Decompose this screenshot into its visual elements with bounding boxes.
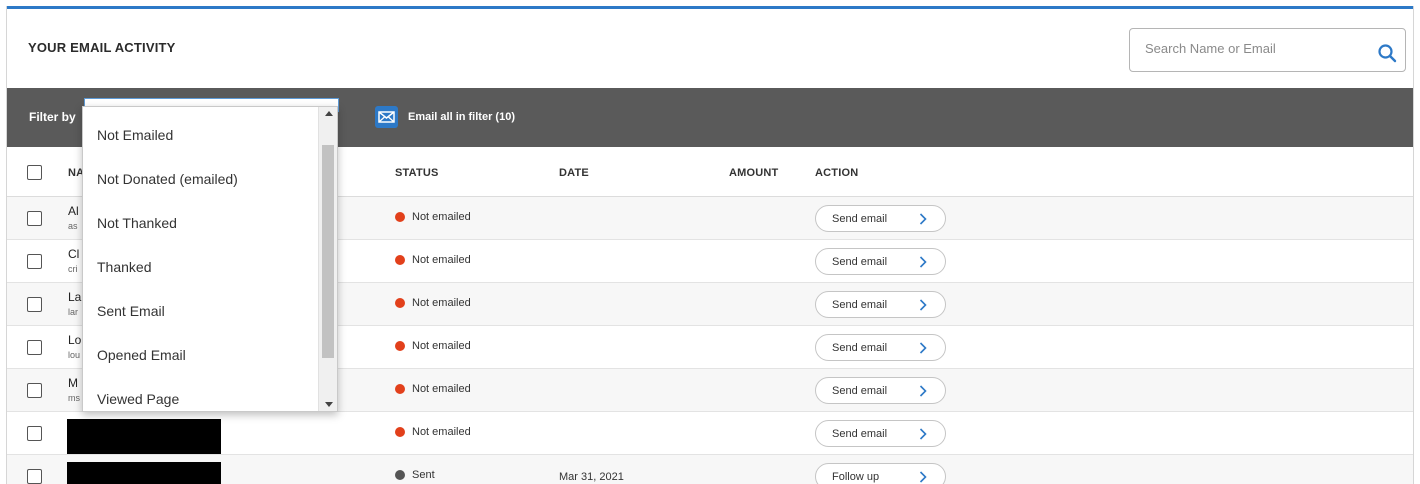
status-text: Not emailed: [412, 297, 471, 309]
send-email-button[interactable]: Send email: [815, 248, 946, 275]
row-checkbox[interactable]: [27, 469, 42, 484]
row-date: Mar 31, 2021: [559, 471, 624, 483]
row-name[interactable]: Cl: [68, 247, 79, 261]
filter-option-not-emailed[interactable]: Not Emailed: [83, 113, 318, 157]
chevron-right-icon: [919, 428, 927, 440]
send-email-button[interactable]: Send email: [815, 377, 946, 404]
chevron-right-icon: [919, 256, 927, 268]
status-badge: Sent: [395, 469, 435, 481]
row-name[interactable]: M: [68, 376, 78, 390]
row-email: lar: [68, 307, 79, 317]
row-checkbox[interactable]: [27, 211, 42, 226]
row-checkbox[interactable]: [27, 383, 42, 398]
filter-option-not-donated-emailed[interactable]: Not Donated (emailed): [83, 157, 318, 201]
chevron-right-icon: [919, 385, 927, 397]
panel-header: YOUR EMAIL ACTIVITY: [7, 9, 1413, 88]
redacted-name: [67, 419, 221, 454]
status-text: Not emailed: [412, 254, 471, 266]
select-all-checkbox[interactable]: [27, 165, 42, 180]
action-label: Send email: [832, 213, 888, 225]
status-badge: Not emailed: [395, 426, 471, 438]
status-dot-icon: [395, 341, 405, 351]
action-label: Send email: [832, 385, 888, 397]
action-label: Follow up: [832, 471, 880, 483]
chevron-right-icon: [919, 342, 927, 354]
mail-icon: [375, 106, 398, 128]
redacted-name: [67, 462, 221, 484]
row-email: ms: [68, 393, 80, 403]
status-dot-icon: [395, 470, 405, 480]
filter-option-opened-email[interactable]: Opened Email: [83, 333, 318, 377]
filter-dropdown-list: Not Emailed Not Donated (emailed) Not Th…: [82, 106, 338, 412]
search-box: [1129, 28, 1406, 72]
scrollbar-thumb[interactable]: [322, 145, 334, 358]
status-dot-icon: [395, 255, 405, 265]
chevron-right-icon: [919, 471, 927, 483]
status-badge: Not emailed: [395, 211, 471, 223]
row-name[interactable]: La: [68, 290, 81, 304]
filter-option-not-thanked[interactable]: Not Thanked: [83, 201, 318, 245]
status-dot-icon: [395, 384, 405, 394]
status-badge: Not emailed: [395, 340, 471, 352]
status-text: Not emailed: [412, 211, 471, 223]
page-title: YOUR EMAIL ACTIVITY: [28, 40, 176, 55]
status-dot-icon: [395, 298, 405, 308]
action-label: Send email: [832, 299, 888, 311]
action-label: Send email: [832, 342, 888, 354]
status-badge: Not emailed: [395, 383, 471, 395]
row-email: lou: [68, 350, 81, 360]
email-activity-panel: YOUR EMAIL ACTIVITY Filter by Email all …: [6, 6, 1414, 484]
status-text: Not emailed: [412, 340, 471, 352]
row-name[interactable]: Al: [68, 204, 79, 218]
filter-option-thanked[interactable]: Thanked: [83, 245, 318, 289]
status-dot-icon: [395, 427, 405, 437]
row-email: as: [68, 221, 78, 231]
row-checkbox[interactable]: [27, 297, 42, 312]
send-email-button[interactable]: Send email: [815, 205, 946, 232]
send-email-button[interactable]: Send email: [815, 334, 946, 361]
status-text: Not emailed: [412, 383, 471, 395]
filter-option-sent-email[interactable]: Sent Email: [83, 289, 318, 333]
search-icon[interactable]: [1377, 43, 1397, 63]
row-name[interactable]: Lo: [68, 333, 81, 347]
column-amount[interactable]: AMOUNT: [729, 167, 778, 179]
scroll-down-icon[interactable]: [325, 402, 333, 407]
email-all-label: Email all in filter (10): [408, 111, 515, 123]
dropdown-scrollbar[interactable]: [318, 107, 337, 411]
chevron-right-icon: [919, 213, 927, 225]
follow-up-button[interactable]: Follow up: [815, 463, 946, 484]
column-date[interactable]: DATE: [559, 167, 589, 179]
email-all-button[interactable]: Email all in filter (10): [375, 103, 515, 131]
action-label: Send email: [832, 428, 888, 440]
column-action: ACTION: [815, 167, 859, 179]
row-checkbox[interactable]: [27, 340, 42, 355]
row-email: cri: [68, 264, 78, 274]
filter-label: Filter by: [29, 110, 76, 124]
row-checkbox[interactable]: [27, 254, 42, 269]
status-dot-icon: [395, 212, 405, 222]
send-email-button[interactable]: Send email: [815, 291, 946, 318]
status-text: Not emailed: [412, 426, 471, 438]
table-row: Sent Mar 31, 2021 Follow up: [7, 455, 1413, 484]
status-badge: Not emailed: [395, 297, 471, 309]
chevron-right-icon: [919, 299, 927, 311]
status-text: Sent: [412, 469, 435, 481]
search-input[interactable]: [1131, 30, 1371, 70]
filter-option-viewed-page[interactable]: Viewed Page: [83, 377, 318, 421]
status-badge: Not emailed: [395, 254, 471, 266]
action-label: Send email: [832, 256, 888, 268]
scroll-up-icon[interactable]: [325, 111, 333, 116]
column-status[interactable]: STATUS: [395, 167, 439, 179]
send-email-button[interactable]: Send email: [815, 420, 946, 447]
row-checkbox[interactable]: [27, 426, 42, 441]
